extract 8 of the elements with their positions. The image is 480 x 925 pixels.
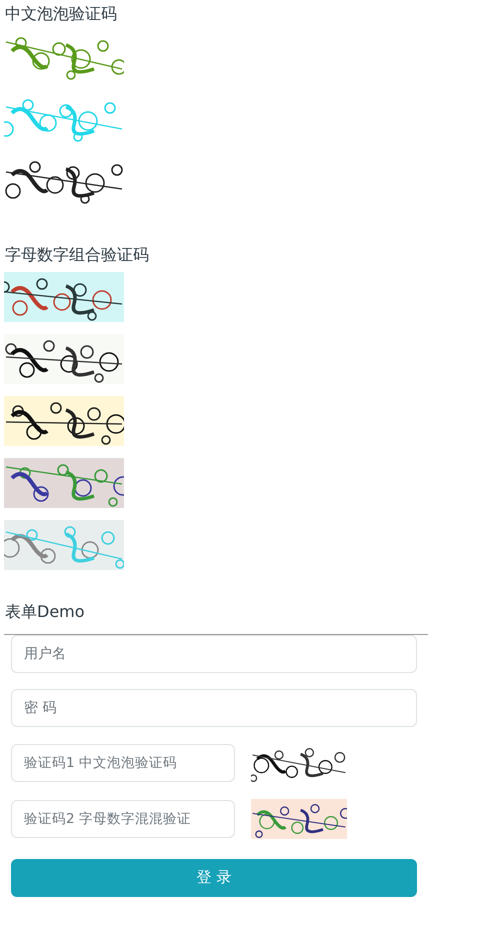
captcha-field[interactable]: 验证码2 字母数字混混验证 [11,800,235,838]
password-field[interactable]: 密 码 [11,688,417,727]
section-title: 中文泡泡验证码 [5,4,118,24]
captcha-field[interactable]: 验证码1 中文泡泡验证码 [11,744,235,782]
username-field[interactable]: 用户名 [11,634,417,673]
form-title: 表单Demo [5,601,86,622]
section-title: 字母数字组合验证码 [5,244,150,264]
login-button[interactable]: 登 录 [11,858,417,897]
